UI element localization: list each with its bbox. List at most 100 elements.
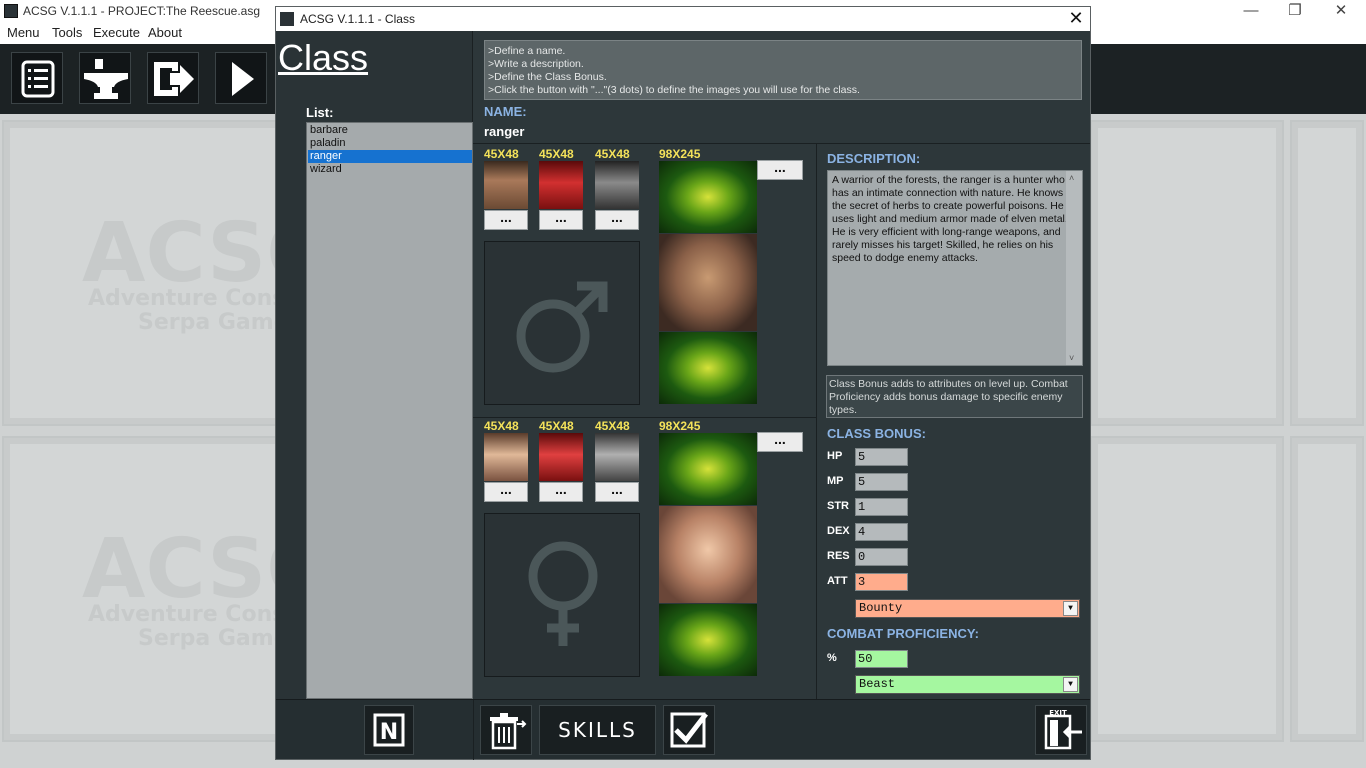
menu-about[interactable]: About [148, 25, 182, 40]
female-image-3-browse-button[interactable]: ... [595, 482, 639, 502]
size-label: 45X48 [595, 147, 630, 161]
dialog-title: ACSG V.1.1.1 - Class [300, 12, 415, 26]
str-label: STR [827, 500, 849, 512]
new-icon: N [373, 713, 405, 747]
female-image-2-browse-button[interactable]: ... [539, 482, 583, 502]
mp-label: MP [827, 475, 844, 487]
instruction-line: >Define the Class Bonus. [488, 71, 607, 83]
maximize-button[interactable]: ❐ [1272, 0, 1318, 24]
dialog-close-button[interactable]: ✕ [1062, 7, 1090, 31]
new-button-letter: N [380, 720, 398, 745]
class-listbox[interactable]: barbare paladin ranger wizard [306, 122, 473, 699]
scroll-down-icon[interactable]: ˅ [1069, 353, 1074, 363]
trash-icon [490, 713, 527, 750]
female-image-1-browse-button[interactable]: ... [484, 482, 528, 502]
female-symbol-icon [528, 541, 598, 646]
dex-input[interactable]: 4 [855, 523, 908, 541]
minimize-button[interactable]: — [1228, 0, 1274, 24]
size-label: 45X48 [484, 147, 519, 161]
save-button[interactable] [663, 705, 715, 755]
male-image-1-browse-button[interactable]: ... [484, 210, 528, 230]
enter-tool-button[interactable] [147, 52, 199, 104]
class-dialog: ACSG V.1.1.1 - Class ✕ Class List: barba… [275, 6, 1091, 760]
female-strip-bottom [659, 604, 757, 676]
male-portrait-hurt [539, 161, 583, 209]
proficiency-percent-input[interactable]: 50 [855, 650, 908, 668]
att-type-value: Bounty [859, 601, 903, 615]
name-field[interactable]: ranger [484, 124, 524, 139]
dialog-app-icon [280, 12, 294, 26]
main-close-button[interactable]: ✕ [1318, 0, 1364, 24]
checkmark-icon [670, 712, 708, 748]
male-strip-top [659, 161, 757, 233]
mp-input[interactable]: 5 [855, 473, 908, 491]
combat-proficiency-label: COMBAT PROFICIENCY: [827, 626, 979, 641]
scroll-up-icon[interactable]: ˄ [1069, 173, 1074, 183]
size-label: 45X48 [539, 419, 574, 433]
male-image-2-browse-button[interactable]: ... [539, 210, 583, 230]
hp-label: HP [827, 450, 843, 462]
instructions-box: >Define a name. >Write a description. >D… [484, 40, 1082, 100]
hp-input[interactable]: 5 [855, 448, 908, 466]
str-input[interactable]: 1 [855, 498, 908, 516]
enemy-type-select[interactable]: Beast ▼ [855, 675, 1080, 694]
female-body-image [659, 506, 757, 603]
exit-icon: EXIT [1044, 709, 1082, 750]
male-portrait-normal [484, 161, 528, 209]
male-large-image-browse-button[interactable]: ... [757, 160, 803, 180]
chevron-down-icon[interactable]: ▼ [1063, 601, 1078, 616]
new-class-button[interactable]: N [364, 705, 414, 755]
bonus-info-text: Class Bonus adds to attributes on level … [826, 375, 1083, 418]
list-item[interactable]: paladin [308, 137, 472, 150]
female-large-image-browse-button[interactable]: ... [757, 432, 803, 452]
size-label: 45X48 [484, 419, 519, 433]
att-type-select[interactable]: Bounty ▼ [855, 599, 1080, 618]
male-strip-bottom [659, 332, 757, 404]
description-label: DESCRIPTION: [827, 151, 921, 166]
list-label: List: [306, 105, 334, 120]
male-image-3-browse-button[interactable]: ... [595, 210, 639, 230]
list-item[interactable]: barbare [308, 124, 472, 137]
enter-icon [154, 62, 194, 96]
app-icon [4, 4, 18, 18]
bottom-button-bar: N SKILLS EXIT [276, 699, 1090, 760]
menu-menu[interactable]: Menu [7, 25, 40, 40]
delete-class-button[interactable] [480, 705, 532, 755]
menu-execute[interactable]: Execute [93, 25, 140, 40]
list-tool-button[interactable] [11, 52, 63, 104]
size-label: 45X48 [595, 419, 630, 433]
female-portrait-dead [595, 433, 639, 481]
chevron-down-icon[interactable]: ▼ [1063, 677, 1078, 692]
male-body-image [659, 234, 757, 331]
class-bonus-label: CLASS BONUS: [827, 426, 926, 441]
description-textarea[interactable]: A warrior of the forests, the ranger is … [827, 170, 1083, 366]
skills-button[interactable]: SKILLS [539, 705, 656, 755]
dialog-titlebar: ACSG V.1.1.1 - Class ✕ [276, 7, 1090, 31]
size-label: 98X245 [659, 147, 701, 161]
exit-button[interactable]: EXIT [1035, 705, 1087, 755]
list-item[interactable]: wizard [308, 163, 472, 176]
play-icon [232, 62, 254, 96]
male-portrait-dead [595, 161, 639, 209]
list-item-selected[interactable]: ranger [308, 150, 472, 163]
male-symbol-box [484, 241, 640, 405]
size-label: 98X245 [659, 419, 701, 433]
instruction-line: >Define a name. [488, 45, 566, 57]
res-label: RES [827, 550, 850, 562]
class-list-pane: Class List: barbare paladin ranger wizar… [276, 31, 473, 699]
main-window-title: ACSG V.1.1.1 - PROJECT:The Reescue.asg [23, 4, 260, 18]
anvil-icon [84, 59, 128, 99]
dex-label: DEX [827, 525, 850, 537]
menu-tools[interactable]: Tools [52, 25, 82, 40]
description-scrollbar[interactable]: ˄ ˅ [1066, 171, 1082, 365]
female-portrait-normal [484, 433, 528, 481]
exit-label: EXIT [1049, 709, 1067, 717]
att-input[interactable]: 3 [855, 573, 908, 591]
res-input[interactable]: 0 [855, 548, 908, 566]
instruction-line: >Write a description. [488, 58, 584, 70]
list-icon [21, 60, 55, 98]
anvil-tool-button[interactable] [79, 52, 131, 104]
female-strip-top [659, 433, 757, 505]
percent-label: % [827, 652, 837, 664]
play-tool-button[interactable] [215, 52, 267, 104]
